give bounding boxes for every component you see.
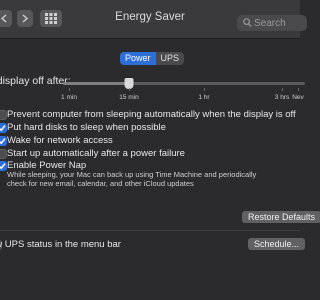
checkmark-icon <box>0 138 6 145</box>
checkbox-prevent-sleep[interactable] <box>0 110 7 120</box>
checkbox-hard-disks-sleep[interactable] <box>0 123 7 133</box>
slider-tick <box>298 88 299 91</box>
display-sleep-label: n display off after: <box>0 75 71 87</box>
checkmark-icon <box>0 163 6 170</box>
divider <box>0 230 300 231</box>
tick-label-1min: 1 min <box>61 94 77 101</box>
search-input[interactable] <box>254 15 304 31</box>
slider-tick <box>69 88 70 91</box>
show-ups-status-label: ow UPS status in the menu bar <box>0 239 121 250</box>
option-wake-network-label: Wake for network access <box>7 135 113 146</box>
display-sleep-slider-track[interactable] <box>63 82 305 85</box>
checkbox-power-nap[interactable] <box>0 161 7 171</box>
slider-tick <box>282 88 283 91</box>
search-field[interactable] <box>237 15 307 31</box>
power-ups-segmented-control[interactable]: Power UPS <box>120 52 185 65</box>
titlebar: Energy Saver <box>0 0 307 39</box>
checkbox-wake-network[interactable] <box>0 136 7 146</box>
schedule-button[interactable]: Schedule... <box>248 238 306 250</box>
checkmark-icon <box>0 125 6 132</box>
checkbox-startup-after-failure[interactable] <box>0 149 7 159</box>
power-nap-description: While sleeping, your Mac can back up usi… <box>7 170 257 188</box>
tick-label-1hr: 1 hr <box>198 94 210 101</box>
option-prevent-sleep-label: Prevent computer from sleeping automatic… <box>7 109 296 120</box>
restore-defaults-button[interactable]: Restore Defaults <box>242 211 320 223</box>
tick-label-never: Nev <box>292 94 304 101</box>
search-icon <box>243 18 252 28</box>
tab-ups[interactable]: UPS <box>156 52 185 65</box>
tick-label-15min: 15 min <box>119 94 139 101</box>
option-hard-disks-sleep-label: Put hard disks to sleep when possible <box>7 122 166 133</box>
tab-power[interactable]: Power <box>120 52 156 65</box>
slider-tick <box>204 88 205 91</box>
slider-tick <box>129 88 130 91</box>
display-sleep-slider-fill <box>63 82 129 85</box>
option-startup-after-failure-label: Start up automatically after a power fai… <box>7 148 185 159</box>
tick-label-3hrs: 3 hrs <box>274 94 290 101</box>
